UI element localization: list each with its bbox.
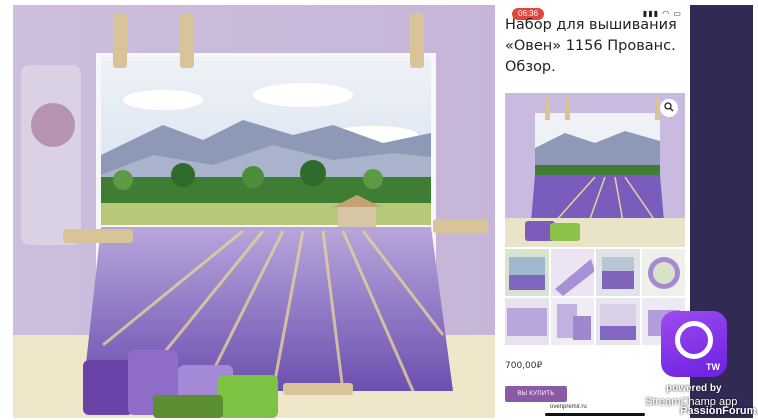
logo-text: TW [706,362,720,372]
home-indicator [545,413,645,416]
thumbnail[interactable] [641,249,685,296]
thumbnail-grid [505,249,685,345]
thumbnail[interactable] [550,249,594,296]
product-main-image[interactable] [505,93,685,247]
thumbnail[interactable] [505,249,549,296]
forum-watermark: PassionForum.ru [680,405,758,417]
logo-ring [675,321,713,359]
url-bar[interactable]: ovenpremir.ru [550,404,587,410]
magnifier-icon [664,99,674,117]
thumbnail[interactable] [505,298,549,345]
product-price: 700,00₽ [505,361,543,371]
powered-by-label: powered by [666,383,722,394]
thumbnail[interactable] [596,249,640,296]
buy-button[interactable]: ВЫ КУПИТЬ [505,386,567,402]
product-title: Набор для вышивания «Овен» 1156 Прованс.… [505,17,677,75]
twitch-style-icon: TW [661,311,727,377]
zoom-button[interactable] [660,99,678,117]
thumbnail[interactable] [550,298,594,345]
thumbnail[interactable] [596,298,640,345]
embroidery-photo [13,5,495,418]
